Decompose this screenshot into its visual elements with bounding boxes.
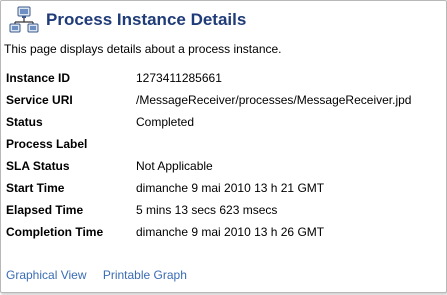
detail-value: dimanche 9 mai 2010 13 h 21 GMT bbox=[136, 181, 325, 195]
details-table: Instance ID 1273411285661 Service URI /M… bbox=[6, 67, 411, 243]
detail-row-elapsed-time: Elapsed Time 5 mins 13 secs 623 msecs bbox=[6, 199, 411, 221]
page-description: This page displays details about a proce… bbox=[4, 42, 282, 56]
detail-row-completion-time: Completion Time dimanche 9 mai 2010 13 h… bbox=[6, 221, 411, 243]
detail-label: Completion Time bbox=[6, 225, 104, 239]
detail-label: Start Time bbox=[6, 181, 65, 195]
detail-row-process-label: Process Label bbox=[6, 133, 411, 155]
graphical-view-link[interactable]: Graphical View bbox=[6, 268, 86, 282]
detail-value: /MessageReceiver/processes/MessageReceiv… bbox=[136, 93, 412, 107]
detail-label: Elapsed Time bbox=[6, 203, 84, 217]
detail-row-service-uri: Service URI /MessageReceiver/processes/M… bbox=[6, 89, 411, 111]
detail-label: Process Label bbox=[6, 137, 88, 151]
process-instance-panel: Process Instance Details This page displ… bbox=[0, 0, 447, 293]
action-links: Graphical View Printable Graph bbox=[6, 268, 187, 282]
detail-value: Completed bbox=[136, 115, 195, 129]
detail-value: dimanche 9 mai 2010 13 h 26 GMT bbox=[136, 225, 325, 239]
detail-row-status: Status Completed bbox=[6, 111, 411, 133]
detail-value: 1273411285661 bbox=[136, 71, 222, 85]
page-header: Process Instance Details bbox=[9, 5, 246, 35]
detail-row-sla-status: SLA Status Not Applicable bbox=[6, 155, 411, 177]
detail-label: Status bbox=[6, 115, 43, 129]
detail-row-start-time: Start Time dimanche 9 mai 2010 13 h 21 G… bbox=[6, 177, 411, 199]
detail-value: Not Applicable bbox=[136, 159, 213, 173]
detail-label: Instance ID bbox=[6, 71, 71, 85]
detail-value: 5 mins 13 secs 623 msecs bbox=[136, 203, 278, 217]
printable-graph-link[interactable]: Printable Graph bbox=[103, 268, 187, 282]
page-title: Process Instance Details bbox=[46, 10, 247, 29]
detail-label: SLA Status bbox=[6, 159, 70, 173]
detail-row-instance-id: Instance ID 1273411285661 bbox=[6, 67, 411, 89]
process-network-icon bbox=[9, 6, 39, 33]
detail-label: Service URI bbox=[6, 93, 73, 107]
